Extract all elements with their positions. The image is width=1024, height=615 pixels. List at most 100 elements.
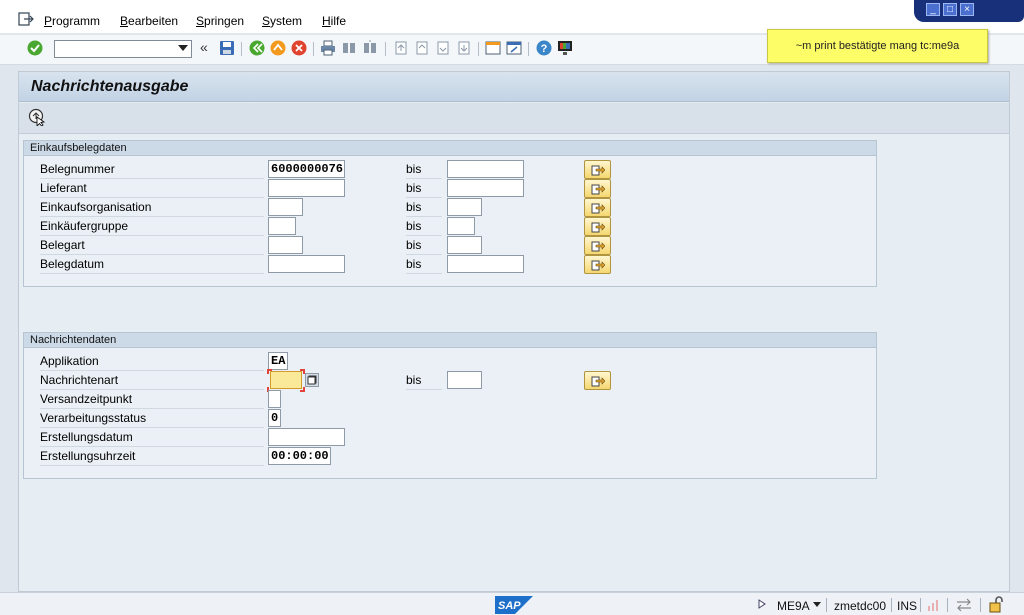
next-page-icon[interactable] — [435, 40, 451, 56]
page-title: Nachrichtenausgabe — [31, 78, 189, 95]
sap-logo: SAP — [495, 596, 533, 614]
einkaufsorganisation-from-input[interactable] — [268, 198, 303, 216]
bis-label: bis — [406, 257, 442, 274]
last-page-icon[interactable] — [456, 40, 472, 56]
field-label: Applikation — [40, 354, 264, 371]
multiple-selection-button[interactable] — [584, 160, 611, 179]
command-field[interactable] — [54, 40, 192, 58]
minimize-icon[interactable]: _ — [926, 3, 940, 16]
lieferant-from-input[interactable] — [268, 179, 345, 197]
arrow-right-icon — [591, 184, 605, 195]
belegdatum-from-input[interactable] — [268, 255, 345, 273]
menu-bearbeiten[interactable]: Bearbeiten — [120, 14, 178, 28]
applikation-input[interactable]: EA — [268, 352, 288, 370]
bis-label: bis — [406, 181, 442, 198]
server-name: zmetdc00 — [834, 599, 887, 613]
arrow-right-icon — [591, 203, 605, 214]
group-header: Einkaufsbelegdaten — [24, 141, 876, 156]
menu-programm[interactable]: Programm — [44, 14, 100, 28]
back-icon[interactable] — [249, 40, 265, 56]
application-toolbar — [19, 103, 1009, 134]
field-label: Belegdatum — [40, 257, 264, 274]
verarbeitungsstatus-input[interactable]: 0 — [268, 409, 281, 427]
belegart-to-input[interactable] — [447, 236, 482, 254]
collapse-icon[interactable]: « — [200, 39, 216, 55]
lieferant-to-input[interactable] — [447, 179, 524, 197]
shortcut-icon[interactable] — [506, 40, 522, 56]
print-icon[interactable] — [320, 40, 336, 56]
chevron-down-icon[interactable] — [178, 45, 188, 51]
first-page-icon[interactable] — [393, 40, 409, 56]
field-label: Einkaufsorganisation — [40, 200, 264, 217]
new-session-icon[interactable] — [485, 40, 501, 56]
bis-label: bis — [406, 373, 442, 390]
field-label: Erstellungsuhrzeit — [40, 449, 264, 466]
multiple-selection-button[interactable] — [584, 217, 611, 236]
customize-icon[interactable] — [557, 40, 573, 56]
row-belegdatum: Belegdatum bis — [24, 255, 876, 274]
svg-text:?: ? — [541, 43, 548, 55]
connection-icon — [928, 600, 938, 611]
find-next-icon[interactable] — [362, 40, 378, 56]
menu-hilfe[interactable]: Hilfe — [322, 14, 346, 28]
multiple-selection-button[interactable] — [584, 198, 611, 217]
field-label: Verarbeitungsstatus — [40, 411, 264, 428]
arrow-right-icon — [591, 241, 605, 252]
field-label: Belegnummer — [40, 162, 264, 179]
row-erstellungsdatum: Erstellungsdatum — [24, 428, 876, 447]
multiple-selection-button[interactable] — [584, 255, 611, 274]
enter-icon[interactable] — [27, 40, 43, 56]
arrow-right-icon — [591, 376, 605, 387]
row-belegart: Belegart bis — [24, 236, 876, 255]
menu-springen[interactable]: Springen — [196, 14, 244, 28]
field-label: Belegart — [40, 238, 264, 255]
belegnummer-to-input[interactable] — [447, 160, 524, 178]
svg-text:SAP: SAP — [498, 600, 521, 612]
find-icon[interactable] — [341, 40, 357, 56]
multiple-selection-button[interactable] — [584, 236, 611, 255]
row-verarbeitungsstatus: Verarbeitungsstatus 0 — [24, 409, 876, 428]
prev-page-icon[interactable] — [414, 40, 430, 56]
belegnummer-from-input[interactable]: 6000000076 — [268, 160, 345, 178]
execute-icon[interactable] — [28, 108, 46, 126]
group-nachrichtendaten: Nachrichtendaten Applikation EA Nachrich… — [23, 332, 877, 479]
row-nachrichtenart: Nachrichtenart bis — [24, 369, 876, 392]
row-belegnummer: Belegnummer 6000000076 bis — [24, 160, 876, 179]
close-icon[interactable]: × — [960, 3, 974, 16]
belegart-from-input[interactable] — [268, 236, 303, 254]
field-label: Versandzeitpunkt — [40, 392, 264, 409]
nachrichtenart-to-input[interactable] — [447, 371, 482, 389]
belegdatum-to-input[interactable] — [447, 255, 524, 273]
transfer-icon — [957, 598, 971, 612]
row-einkaeufergruppe: Einkäufergruppe bis — [24, 217, 876, 236]
chevron-down-icon[interactable] — [813, 602, 821, 607]
field-label: Einkäufergruppe — [40, 219, 264, 236]
einkaeufergruppe-from-input[interactable] — [268, 217, 296, 235]
window-controls: _ □ × — [914, 0, 1024, 22]
menu-exit-icon[interactable] — [18, 12, 34, 26]
play-icon[interactable] — [758, 599, 766, 609]
help-icon[interactable]: ? — [536, 40, 552, 56]
row-erstellungsuhrzeit: Erstellungsuhrzeit 00:00:00 — [24, 447, 876, 466]
lock-icon[interactable] — [989, 596, 1003, 613]
cancel-icon[interactable] — [291, 40, 307, 56]
erstellungsdatum-input[interactable] — [268, 428, 345, 446]
menu-system[interactable]: System — [262, 14, 302, 28]
nachrichtenart-input[interactable] — [270, 371, 302, 389]
field-label: Erstellungsdatum — [40, 430, 264, 447]
multiple-selection-button[interactable] — [584, 179, 611, 198]
bis-label: bis — [406, 219, 442, 236]
exit-icon[interactable] — [270, 40, 286, 56]
maximize-icon[interactable]: □ — [943, 3, 957, 16]
row-lieferant: Lieferant bis — [24, 179, 876, 198]
erstellungsuhrzeit-input[interactable]: 00:00:00 — [268, 447, 331, 465]
row-einkaufsorganisation: Einkaufsorganisation bis — [24, 198, 876, 217]
multiple-selection-button[interactable] — [584, 371, 611, 390]
einkaeufergruppe-to-input[interactable] — [447, 217, 475, 235]
einkaufsorganisation-to-input[interactable] — [447, 198, 482, 216]
insert-mode[interactable]: INS — [897, 599, 917, 613]
versandzeitpunkt-input[interactable] — [268, 390, 281, 408]
save-icon[interactable] — [219, 40, 235, 56]
value-help-icon[interactable] — [305, 373, 319, 387]
bis-label: bis — [406, 238, 442, 255]
